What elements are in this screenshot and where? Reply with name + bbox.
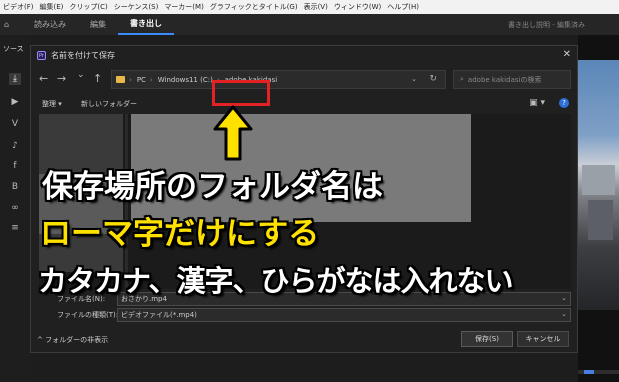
tab-edit[interactable]: 編集 xyxy=(78,14,118,35)
filetype-dropdown-icon[interactable]: ⌄ xyxy=(561,310,567,318)
youtube-icon[interactable]: ▶ xyxy=(9,96,21,108)
filename-dropdown-icon[interactable]: ⌄ xyxy=(561,294,567,302)
organize-button[interactable]: 整理 ▾ xyxy=(42,99,62,109)
breadcrumb-pc[interactable]: PC xyxy=(137,76,146,84)
tiktok-icon[interactable]: ♪ xyxy=(9,140,21,152)
creative-cloud-icon[interactable]: ∞ xyxy=(9,202,21,214)
ftp-icon[interactable]: ≡ xyxy=(9,222,21,234)
home-icon[interactable]: ⌂ xyxy=(0,14,22,35)
new-folder-button[interactable]: 新しいフォルダー xyxy=(81,99,137,109)
preview-timeline[interactable] xyxy=(578,370,619,374)
menu-file[interactable]: ビデオ(F) xyxy=(3,2,34,12)
annotation-line-2: ローマ字だけにする xyxy=(40,216,320,252)
source-label: ソース xyxy=(3,45,24,53)
hide-folders-toggle[interactable]: ^ フォルダーの非表示 xyxy=(37,335,108,345)
search-box[interactable]: ⌕ adobe kakidasiの検索 xyxy=(453,70,571,89)
cancel-button[interactable]: キャンセル xyxy=(517,331,569,347)
forward-arrow-icon[interactable]: → xyxy=(57,72,66,85)
dialog-toolbar: 整理 ▾ 新しいフォルダー ▣ ▾ ? xyxy=(31,96,577,112)
breadcrumb-drive[interactable]: Windows11 (C:) xyxy=(158,76,213,84)
up-arrow-icon[interactable]: ↑ xyxy=(93,72,102,85)
tab-import[interactable]: 読み込み xyxy=(22,14,78,35)
navigation-row: ← → ⌄ ↑ › PC › Windows11 (C:) › adobe ka… xyxy=(31,68,577,92)
behance-icon[interactable]: B xyxy=(9,181,21,193)
annotation-line-1: 保存場所のフォルダ名は xyxy=(42,169,383,205)
facebook-icon[interactable]: f xyxy=(9,160,21,172)
menu-marker[interactable]: マーカー(M) xyxy=(164,2,204,12)
menu-help[interactable]: ヘルプ(H) xyxy=(387,2,419,12)
premiere-icon: Pr xyxy=(37,51,46,60)
dialog-title: 名前を付けて保存 xyxy=(51,51,115,60)
search-placeholder: adobe kakidasiの検索 xyxy=(467,75,542,84)
preview-image xyxy=(578,60,619,310)
menu-bar: ビデオ(F) 編集(E) クリップ(C) シーケンス(S) マーカー(M) グラ… xyxy=(0,0,619,14)
dialog-footer: ^ フォルダーの非表示 保存(S) キャンセル xyxy=(31,330,577,350)
project-title: 書き出し説明 - 編集済み xyxy=(508,20,585,29)
workspace-bar: ⌂ 読み込み 編集 書き出し 書き出し説明 - 編集済み xyxy=(0,14,619,35)
address-bar[interactable]: › PC › Windows11 (C:) › adobe kakidasi ⌄… xyxy=(111,70,446,89)
menu-edit[interactable]: 編集(E) xyxy=(40,2,64,12)
tab-export[interactable]: 書き出し xyxy=(118,14,174,35)
annotation-line-3: カタカナ、漢字、ひらがなは入れない xyxy=(38,264,514,298)
menu-window[interactable]: ウィンドウ(W) xyxy=(334,2,381,12)
save-button[interactable]: 保存(S) xyxy=(461,331,513,347)
address-dropdown-icon[interactable]: ⌄ xyxy=(411,75,417,83)
view-options-icon[interactable]: ▣ ▾ xyxy=(529,98,545,108)
vimeo-icon[interactable]: V xyxy=(9,118,21,130)
media-file-icon[interactable]: ⤓ xyxy=(9,73,21,85)
search-icon: ⌕ xyxy=(460,75,464,83)
menu-graphics[interactable]: グラフィックとタイトル(G) xyxy=(210,2,298,12)
filetype-select[interactable]: ビデオファイル(*.mp4) xyxy=(117,308,571,322)
refresh-icon[interactable]: ↻ xyxy=(429,74,437,84)
folder-icon xyxy=(116,76,125,83)
back-arrow-icon[interactable]: ← xyxy=(39,72,48,85)
recent-dropdown-icon[interactable]: ⌄ xyxy=(77,70,85,80)
close-icon[interactable]: ✕ xyxy=(563,49,571,60)
up-arrow-annotation-icon xyxy=(213,105,253,161)
menu-sequence[interactable]: シーケンス(S) xyxy=(114,2,159,12)
dialog-titlebar: Pr 名前を付けて保存 ✕ xyxy=(31,46,577,66)
menu-view[interactable]: 表示(V) xyxy=(304,2,328,12)
help-icon[interactable]: ? xyxy=(559,98,569,108)
filetype-row: ファイルの種類(T): ビデオファイル(*.mp4) ⌄ xyxy=(31,308,577,322)
menu-clip[interactable]: クリップ(C) xyxy=(69,2,107,12)
filetype-label: ファイルの種類(T): xyxy=(57,311,119,319)
